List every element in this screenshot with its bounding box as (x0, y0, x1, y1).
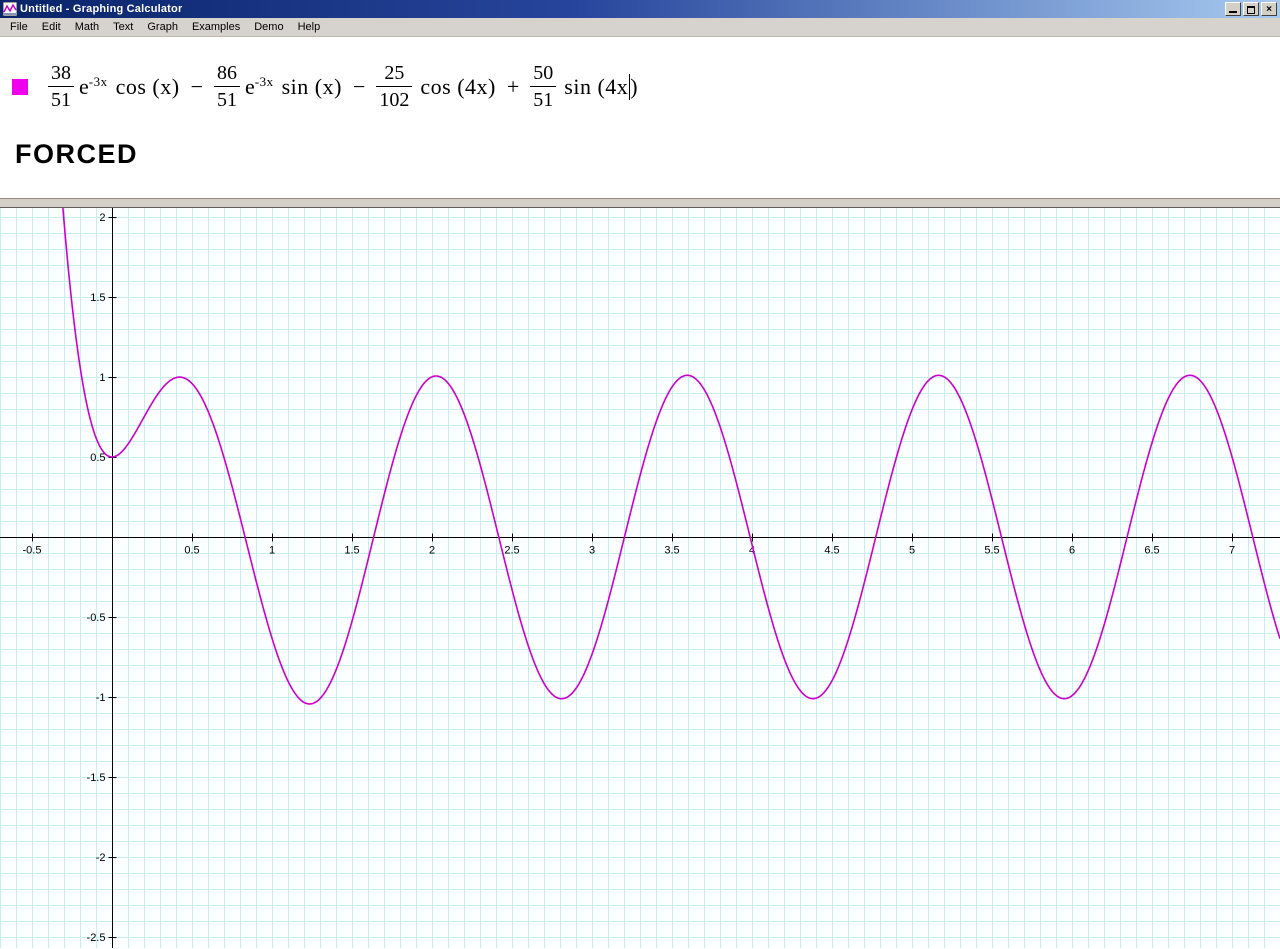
fraction-numerator: 25 (384, 62, 405, 84)
fraction-bar (530, 86, 557, 87)
equation-term-4: 50 51 sin (4x ) (530, 61, 638, 112)
plus-operator: + (506, 73, 520, 99)
svg-text:5: 5 (909, 545, 915, 557)
minus-operator: − (190, 73, 204, 99)
equation-expression[interactable]: 38 51 e-3x cos (x) − 86 51 e-3x sin (x) … (48, 61, 638, 112)
svg-text:6: 6 (1069, 545, 1075, 557)
fraction-bar (376, 86, 413, 87)
svg-text:1.5: 1.5 (90, 292, 105, 304)
svg-text:-2.5: -2.5 (87, 932, 106, 944)
titlebar[interactable]: Untitled - Graphing Calculator × (0, 0, 1280, 18)
svg-text:3.5: 3.5 (664, 545, 679, 557)
svg-text:-0.5: -0.5 (87, 612, 106, 624)
window-controls: × (1225, 2, 1278, 16)
svg-text:-0.5: -0.5 (23, 545, 42, 557)
fraction-denominator: 102 (379, 89, 410, 111)
menu-text[interactable]: Text (106, 19, 140, 35)
fraction: 50 51 (530, 61, 557, 112)
app-icon[interactable] (3, 2, 17, 16)
menu-edit[interactable]: Edit (35, 19, 68, 35)
minimize-button[interactable] (1225, 2, 1241, 16)
trig-function: cos (4x) (420, 73, 496, 99)
fraction: 25 102 (376, 61, 413, 112)
trig-function: cos (x) (115, 73, 180, 99)
equation-term-1: 38 51 e-3x cos (x) (48, 61, 180, 112)
menu-help[interactable]: Help (291, 19, 328, 35)
app-window: Untitled - Graphing Calculator × File Ed… (0, 0, 1280, 949)
menu-graph[interactable]: Graph (140, 19, 185, 35)
svg-text:7: 7 (1229, 545, 1235, 557)
equation-row: 38 51 e-3x cos (x) − 86 51 e-3x sin (x) … (0, 37, 1280, 112)
curve-color-swatch[interactable] (12, 78, 28, 95)
svg-text:3: 3 (589, 545, 595, 557)
svg-text:-1: -1 (96, 692, 106, 704)
fraction-denominator: 51 (533, 89, 554, 111)
fraction: 86 51 (214, 61, 241, 112)
svg-text:2.5: 2.5 (504, 545, 519, 557)
svg-text:1: 1 (99, 372, 105, 384)
svg-text:0.5: 0.5 (90, 452, 105, 464)
menu-examples[interactable]: Examples (185, 19, 247, 35)
fraction-denominator: 51 (217, 89, 238, 111)
fraction-bar (48, 86, 74, 87)
trig-function: sin (4x (564, 73, 629, 99)
graph-area[interactable]: -0.5 0.5 1 1.5 2 2.5 3 3.5 4 4.5 5 5.5 6 6.5 7 -2.5 -2 -1… (0, 208, 1280, 948)
menubar: File Edit Math Text Graph Examples Demo … (0, 18, 1280, 37)
window-title: Untitled - Graphing Calculator (20, 3, 183, 15)
fraction-numerator: 38 (51, 62, 71, 84)
e-base: e (245, 73, 255, 99)
maximize-button[interactable] (1243, 2, 1259, 16)
exponential-factor: e-3x (79, 74, 108, 100)
svg-text:5.5: 5.5 (984, 545, 999, 557)
pane-splitter[interactable] (0, 198, 1280, 208)
svg-text:4.5: 4.5 (824, 545, 839, 557)
equation-panel: 38 51 e-3x cos (x) − 86 51 e-3x sin (x) … (0, 37, 1280, 198)
svg-text:6.5: 6.5 (1144, 545, 1159, 557)
annotation-label[interactable]: FORCED (15, 139, 138, 170)
exponential-factor: e-3x (245, 74, 274, 100)
graph-canvas: -0.5 0.5 1 1.5 2 2.5 3 3.5 4 4.5 5 5.5 6 6.5 7-2.5-2-1… (0, 208, 1280, 948)
svg-text:2: 2 (429, 545, 435, 557)
closing-paren: ) (630, 73, 639, 99)
menu-demo[interactable]: Demo (247, 19, 290, 35)
fraction-numerator: 86 (217, 62, 238, 84)
close-icon: × (1266, 4, 1272, 15)
fraction: 38 51 (48, 61, 74, 112)
equation-term-3: 25 102 cos (4x) (376, 61, 495, 112)
exponent: -3x (88, 73, 108, 89)
menu-math[interactable]: Math (68, 19, 106, 35)
svg-text:1.5: 1.5 (344, 545, 359, 557)
svg-text:-2: -2 (96, 852, 106, 864)
menu-file[interactable]: File (3, 19, 35, 35)
svg-text:1: 1 (269, 545, 275, 557)
minus-operator: − (352, 73, 366, 99)
exponent: -3x (254, 73, 274, 89)
close-button[interactable]: × (1261, 2, 1277, 16)
minimize-icon (1229, 11, 1237, 13)
svg-text:2: 2 (99, 212, 105, 224)
equation-term-2: 86 51 e-3x sin (x) (214, 61, 342, 112)
fraction-numerator: 50 (533, 62, 554, 84)
maximize-icon (1247, 6, 1255, 14)
svg-text:0.5: 0.5 (184, 545, 199, 557)
svg-text:-1.5: -1.5 (87, 772, 106, 784)
fraction-denominator: 51 (51, 89, 71, 111)
fraction-bar (214, 86, 241, 87)
trig-function: sin (x) (281, 73, 342, 99)
e-base: e (79, 73, 89, 99)
